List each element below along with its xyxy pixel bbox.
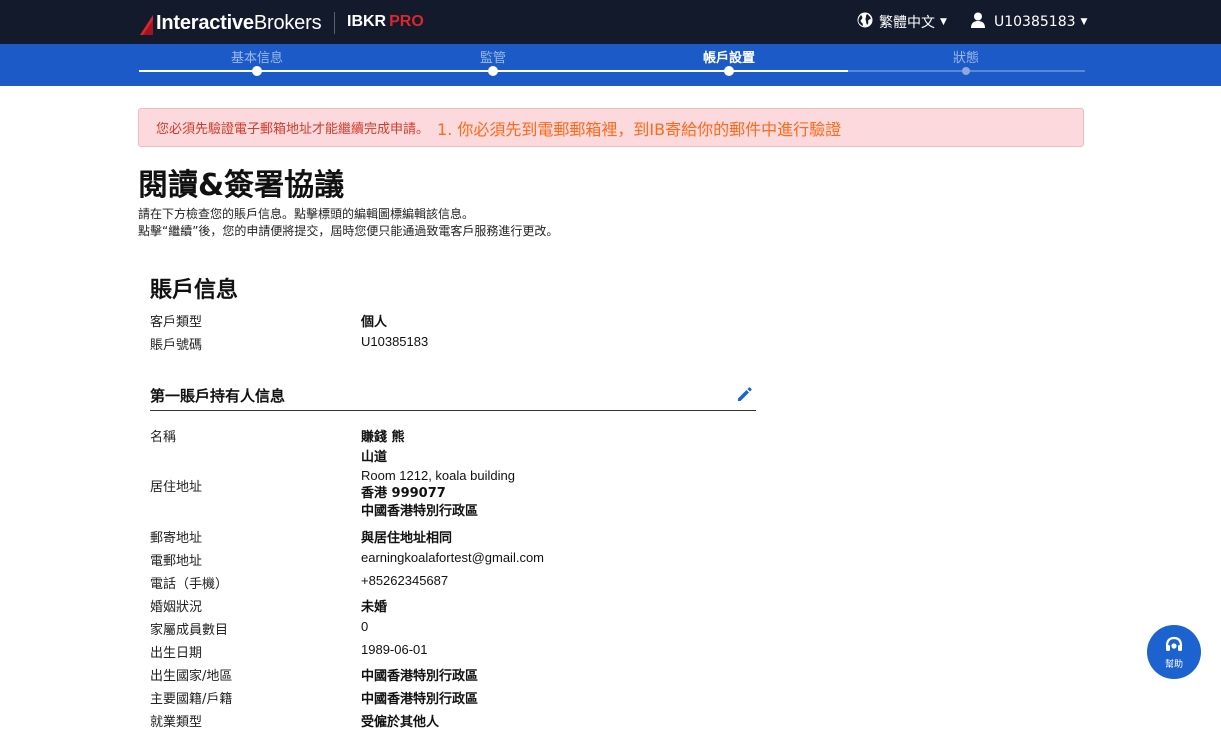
birth-country-value: 中國香港特別行政區 (361, 669, 479, 684)
page-title: 閱讀&簽署協議 (138, 168, 345, 203)
logo-text-bold: Interactive (156, 12, 254, 34)
ib-logo-icon (140, 14, 153, 35)
help-label: 幫助 (1164, 660, 1183, 670)
step-dot-status (962, 67, 970, 75)
account-holder-section-header: 第一賬戶持有人信息 (150, 383, 756, 411)
user-menu[interactable]: U10385183 ▼ (970, 12, 1087, 32)
user-icon (970, 12, 986, 32)
name-label: 名稱 (150, 430, 177, 445)
email-value: earningkoalafortest@gmail.com (361, 550, 545, 565)
intro-line-2: 點擊“繼續”後，您的申請便將提交，屆時您便只能通過致電客戶服務進行更改。 (138, 224, 559, 238)
mailing-address-value: 與居住地址相同 (361, 531, 453, 546)
client-type-value: 個人 (361, 315, 388, 330)
residential-address-label: 居住地址 (150, 480, 203, 495)
date-of-birth-label: 出生日期 (150, 646, 203, 661)
birth-country-label: 出生國家/地區 (150, 669, 233, 684)
address-line-4: 中國香港特別行政區 (361, 504, 479, 519)
marital-status-label: 婚姻狀況 (150, 600, 203, 615)
logo-text: InteractiveBrokers (156, 12, 322, 35)
language-selector[interactable]: 繁體中文 ▼ (857, 12, 947, 32)
residential-address-value: 山道 Room 1212, koala building 香港 999077 中… (361, 449, 515, 521)
step-regulatory[interactable]: 監管 (423, 47, 563, 66)
chevron-down-icon: ▼ (940, 17, 947, 27)
header-divider (334, 12, 335, 34)
top-navigation-bar: InteractiveBrokers IBKR PRO 繁體中文 ▼ U10385… (0, 0, 1221, 44)
account-number-label: 賬戶號碼 (150, 338, 203, 353)
address-line-1: 山道 (361, 450, 388, 465)
progress-steps: 基本信息 監管 帳戶設置 狀態 (0, 44, 1221, 86)
account-number-value: U10385183 (361, 334, 429, 349)
name-value: 賺錢 熊 (361, 430, 405, 445)
email-label: 電郵地址 (150, 554, 203, 569)
intro-text: 請在下方檢查您的賬戶信息。點擊標頭的編輯圖標編輯該信息。 點擊“繼續”後，您的申… (138, 206, 558, 240)
account-holder-title: 第一賬戶持有人信息 (150, 387, 286, 405)
step-account-setup[interactable]: 帳戶設置 (659, 47, 799, 66)
product-label: IBKR (347, 13, 387, 30)
citizenship-value: 中國香港特別行政區 (361, 692, 479, 707)
mobile-phone-label: 電話（手機） (150, 577, 229, 592)
language-label: 繁體中文 (879, 15, 935, 31)
step-dot-regulatory (488, 66, 498, 76)
step-basic-info[interactable]: 基本信息 (187, 47, 327, 66)
address-line-3: 香港 999077 (361, 486, 446, 501)
mobile-phone-value: +85262345687 (361, 573, 449, 588)
interactive-brokers-logo[interactable]: InteractiveBrokers (140, 12, 322, 35)
user-id: U10385183 (994, 14, 1076, 30)
pencil-edit-icon[interactable] (736, 385, 754, 403)
dependents-label: 家屬成員數目 (150, 623, 229, 638)
headset-icon (1165, 636, 1183, 651)
citizenship-label: 主要國籍/戶籍 (150, 692, 233, 707)
chevron-down-icon: ▼ (1080, 17, 1088, 27)
employment-type-label: 就業類型 (150, 715, 203, 730)
step-dot-basic-info (252, 66, 262, 76)
client-type-label: 客戶類型 (150, 315, 203, 330)
alert-message: 您必須先驗證電子郵箱地址才能繼續完成申請。 (156, 122, 430, 137)
step-status: 狀態 (952, 51, 979, 66)
address-line-2: Room 1212, koala building (361, 468, 515, 483)
globe-icon (857, 12, 873, 32)
step-dot-account-setup (724, 66, 734, 76)
marital-status-value: 未婚 (361, 600, 388, 615)
mailing-address-label: 郵寄地址 (150, 531, 203, 546)
account-info-title: 賬戶信息 (150, 278, 239, 303)
help-button[interactable]: 幫助 (1147, 625, 1201, 679)
intro-line-1: 請在下方檢查您的賬戶信息。點擊標頭的編輯圖標編輯該信息。 (138, 207, 475, 221)
product-suffix: PRO (389, 13, 424, 30)
alert-annotation: 1. 你必須先到電郵郵箱裡，到IB寄給你的郵件中進行驗證 (437, 119, 842, 139)
logo-text-light: Brokers (253, 12, 322, 34)
date-of-birth-value: 1989-06-01 (361, 642, 428, 657)
employment-type-value: 受僱於其他人 (361, 715, 440, 730)
product-name: IBKR PRO (347, 13, 424, 31)
email-verification-alert: 您必須先驗證電子郵箱地址才能繼續完成申請。 1. 你必須先到電郵郵箱裡，到IB寄… (138, 108, 1084, 147)
dependents-value: 0 (361, 619, 369, 634)
